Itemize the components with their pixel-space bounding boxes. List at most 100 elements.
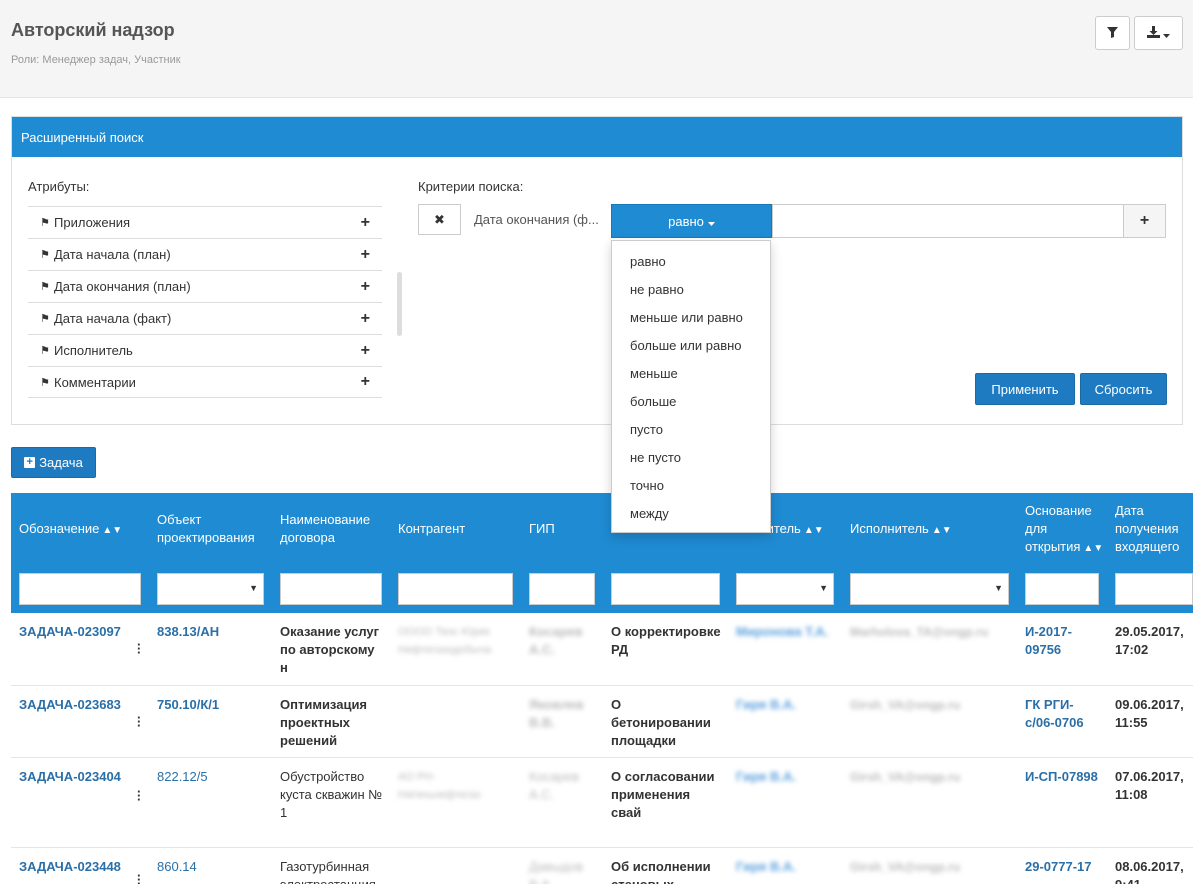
row-menu-icon[interactable]: · · · <box>137 869 141 884</box>
filter-button[interactable] <box>1095 16 1130 50</box>
column-header[interactable]: Обозначение ▲▼ <box>19 520 122 540</box>
table-row[interactable]: ЗАДАЧА-023683 · · · 750.10/К/1 Оптимизация… <box>11 686 1193 758</box>
task-id-link[interactable]: ЗАДАЧА-023404 <box>19 768 137 786</box>
attribute-item[interactable]: ⚑ Дата окончания (план) + <box>28 270 382 302</box>
column-header[interactable]: ГИП <box>529 520 555 538</box>
reset-button[interactable]: Сбросить <box>1080 373 1167 405</box>
executor-link[interactable]: Гиря В.А. <box>736 858 832 876</box>
tag-icon: ⚑ <box>40 249 50 261</box>
attribute-item[interactable]: ⚑ Дата начала (факт) + <box>28 302 382 334</box>
tag-icon: ⚑ <box>40 313 50 325</box>
criterion-value-input[interactable] <box>772 204 1124 238</box>
export-button[interactable] <box>1134 16 1183 50</box>
page-header: Авторский надзор Роли: Менеджер задач, У… <box>0 0 1193 98</box>
filter-select-executor[interactable] <box>736 573 834 605</box>
filter-input-contract[interactable] <box>280 573 382 605</box>
object-link[interactable]: 750.10/К/1 <box>157 696 267 714</box>
sort-icon[interactable]: ▲▼ <box>804 525 824 536</box>
filter-select-executor-email[interactable] <box>850 573 1009 605</box>
table-row[interactable]: ЗАДАЧА-023404 · · · 822.12/5 Обустройство … <box>11 758 1193 848</box>
plus-icon[interactable]: + <box>361 246 370 264</box>
table-row[interactable]: ЗАДАЧА-023097 · · · 838.13/АН Оказание усл… <box>11 613 1193 686</box>
page-roles: Роли: Менеджер задач, Участник <box>11 54 181 66</box>
contract-name: Обустройство куста скважин № 1 <box>280 769 383 820</box>
object-link[interactable]: 838.13/АН <box>157 623 267 641</box>
filter-input-date[interactable] <box>1115 573 1193 605</box>
operator-option[interactable]: равно <box>612 248 770 276</box>
basis-link[interactable]: ГК РГИ-с/06-0706 <box>1025 696 1099 732</box>
received-date: 29.05.2017, 17:02 <box>1115 624 1184 657</box>
attributes-scrollbar[interactable] <box>397 272 402 336</box>
task-id-link[interactable]: ЗАДАЧА-023448 <box>19 858 137 876</box>
operator-option[interactable]: пусто <box>612 416 770 444</box>
executor-link[interactable]: Миронова Т.А. <box>736 623 832 641</box>
column-header[interactable]: Исполнитель▲▼ <box>850 520 952 540</box>
column-header[interactable]: Дата получения входящего <box>1115 502 1193 556</box>
object-link[interactable]: 860.14 <box>157 858 267 876</box>
remove-criterion-button[interactable]: ✖ <box>418 204 461 235</box>
plus-icon[interactable]: + <box>361 214 370 232</box>
sort-icon[interactable]: ▲▼ <box>932 525 952 536</box>
topic: Об исполнении стеновых <box>611 859 711 884</box>
row-menu-icon[interactable]: · · · <box>137 785 141 806</box>
task-id-link[interactable]: ЗАДАЧА-023097 <box>19 623 137 641</box>
plus-icon[interactable]: + <box>361 278 370 296</box>
operator-option[interactable]: точно <box>612 472 770 500</box>
contract-name: Оптимизация проектных решений <box>280 697 368 748</box>
attribute-item[interactable]: ⚑ Дата начала (план) + <box>28 238 382 270</box>
basis-link[interactable]: И-СП-07898 <box>1025 768 1099 786</box>
plus-icon[interactable]: + <box>361 373 370 391</box>
sort-icon[interactable]: ▲▼ <box>1083 543 1103 554</box>
plus-icon[interactable]: + <box>361 342 370 360</box>
add-task-button[interactable]: + Задача <box>11 447 96 478</box>
gip: Давыдов В.А. <box>529 859 584 884</box>
basis-link[interactable]: И-2017-09756 <box>1025 623 1099 659</box>
operator-option[interactable]: больше <box>612 388 770 416</box>
filter-select-object[interactable] <box>157 573 264 605</box>
filter-input-counterparty[interactable] <box>398 573 513 605</box>
sort-icon[interactable]: ▲▼ <box>102 525 122 536</box>
attribute-label: Дата начала (план) <box>54 247 171 262</box>
filter-input-id[interactable] <box>19 573 141 605</box>
attributes-label: Атрибуты: <box>28 179 90 194</box>
attribute-item[interactable]: ⚑ Приложения + <box>28 206 382 238</box>
gip: Косарев А.С. <box>529 769 579 802</box>
advanced-search-title: Расширенный поиск <box>12 117 1182 157</box>
table-header: Обозначение ▲▼ Объект проектирования Наим… <box>11 493 1193 613</box>
operator-select[interactable]: равно <box>611 204 772 238</box>
plus-icon[interactable]: + <box>361 310 370 328</box>
column-header[interactable]: Контрагент <box>398 520 465 538</box>
attribute-item[interactable]: ⚑ Исполнитель + <box>28 334 382 366</box>
operator-option[interactable]: меньше или равно <box>612 304 770 332</box>
page-title: Авторский надзор <box>11 20 175 40</box>
column-header[interactable]: Наименование договора <box>280 511 385 547</box>
attribute-label: Дата окончания (план) <box>54 279 191 294</box>
operator-option[interactable]: не равно <box>612 276 770 304</box>
object-link[interactable]: 822.12/5 <box>157 768 267 786</box>
operator-option[interactable]: больше или равно <box>612 332 770 360</box>
counterparty: АО РН-Нягяньнефтегаз <box>398 771 481 801</box>
tag-icon: ⚑ <box>40 376 50 389</box>
attributes-list: ⚑ Приложения + ⚑ Дата начала (план) + ⚑ … <box>28 206 382 398</box>
attribute-label: Приложения <box>54 215 131 230</box>
row-menu-icon[interactable]: · · · <box>137 638 141 659</box>
attribute-label: Исполнитель <box>54 343 133 358</box>
executor-link[interactable]: Гиря В.А. <box>736 696 832 714</box>
filter-input-basis[interactable] <box>1025 573 1099 605</box>
row-menu-icon[interactable]: · · · <box>137 711 141 732</box>
operator-option[interactable]: меньше <box>612 360 770 388</box>
add-criterion-button[interactable]: + <box>1123 204 1166 238</box>
contract-name: Оказание услуг по авторскому н <box>280 624 380 675</box>
column-header[interactable]: Основание для открытия ▲▼ <box>1025 502 1107 558</box>
basis-link[interactable]: 29-0777-17 <box>1025 858 1099 876</box>
filter-input-gip[interactable] <box>529 573 595 605</box>
column-header[interactable]: Объект проектирования <box>157 511 272 547</box>
filter-input-topic[interactable] <box>611 573 720 605</box>
operator-option[interactable]: между <box>612 500 770 528</box>
apply-button[interactable]: Применить <box>975 373 1075 405</box>
attribute-item[interactable]: ⚑ Комментарии + <box>28 366 382 398</box>
task-id-link[interactable]: ЗАДАЧА-023683 <box>19 696 137 714</box>
operator-option[interactable]: не пусто <box>612 444 770 472</box>
table-row[interactable]: ЗАДАЧА-023448 ··· 860.14 Газотурбинная э… <box>11 848 1193 884</box>
executor-link[interactable]: Гиря В.А. <box>736 768 832 786</box>
